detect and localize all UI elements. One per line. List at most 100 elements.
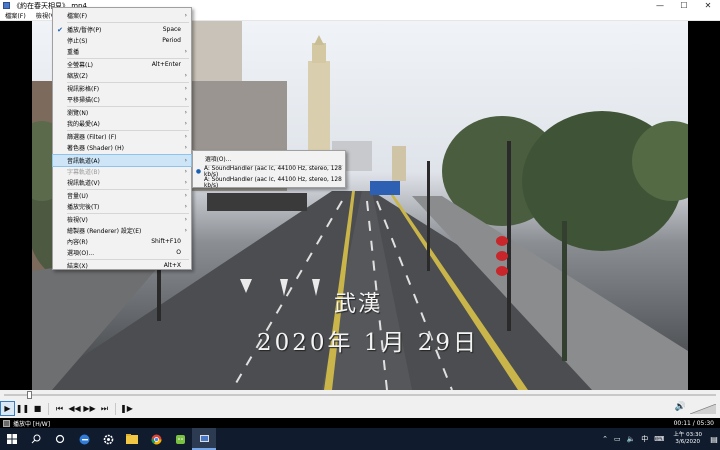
- menu-item-shortcut: Period: [162, 37, 181, 44]
- menu-item-label: 播放/暫停(P): [67, 27, 102, 34]
- seek-thumb[interactable]: [26, 391, 32, 399]
- menu-item-video-frame[interactable]: 視訊影格(F) ›: [53, 83, 191, 94]
- submenu-item-label: A: SoundHandler (aac lc, 44100 Hz, stere…: [203, 176, 342, 189]
- pause-button[interactable]: ❚❚: [15, 401, 30, 416]
- menu-item-label: 檔案(F): [67, 13, 88, 20]
- windows-start-icon[interactable]: [0, 428, 24, 450]
- menu-item-label: 選項(O)...: [67, 250, 95, 257]
- menu-item-zoom[interactable]: 縮放(Z) ›: [53, 70, 191, 81]
- edge-icon[interactable]: [72, 428, 96, 450]
- chevron-right-icon: ›: [184, 157, 187, 164]
- submenu-item-audio-options[interactable]: 選項(O)...: [193, 153, 345, 164]
- play-button[interactable]: ▶: [0, 401, 15, 416]
- previous-button[interactable]: ⏮: [52, 401, 67, 416]
- mpc-icon[interactable]: [192, 428, 216, 450]
- speaker-icon[interactable]: 🔈: [624, 435, 639, 443]
- menu-item-label: 篩選器 (Filter) (F): [67, 134, 117, 141]
- menu-item-label: 音量(U): [67, 193, 89, 200]
- network-icon[interactable]: ▭: [611, 435, 624, 443]
- chevron-right-icon: ›: [184, 168, 187, 175]
- checkmark-icon: ✔: [57, 25, 63, 34]
- search-icon[interactable]: [24, 428, 48, 450]
- volume-icon[interactable]: 🔊: [675, 402, 686, 412]
- menu-item-file[interactable]: 檔案(F) ›: [53, 10, 191, 21]
- menu-item-filter[interactable]: 篩選器 (Filter) (F) ›: [53, 131, 191, 142]
- menu-item-stop[interactable]: 停止(S) Period: [53, 35, 191, 46]
- close-button[interactable]: ✕: [696, 0, 720, 11]
- minimize-button[interactable]: —: [648, 0, 672, 11]
- menu-item-label: 停止(S): [67, 38, 88, 45]
- volume-slider[interactable]: [690, 404, 716, 414]
- status-bar: 播放中 [H/W] 00:11 / 05:30: [0, 418, 720, 428]
- status-text: 播放中 [H/W]: [13, 420, 51, 428]
- chevron-right-icon: ›: [184, 192, 187, 199]
- chevron-right-icon: ›: [184, 12, 187, 19]
- divider: [48, 402, 49, 415]
- keyboard-icon[interactable]: ⌨: [651, 435, 667, 443]
- clock-date: 3/6/2020: [675, 439, 701, 445]
- menu-item-pan-scan[interactable]: 平移掃描(C) ›: [53, 94, 191, 105]
- chevron-right-icon: ›: [184, 133, 187, 140]
- menu-item-label: 視訊軌道(V): [67, 180, 100, 187]
- menu-item-repeat[interactable]: 重播 ›: [53, 46, 191, 57]
- menu-item-fullscreen[interactable]: 全螢幕(L) Alt+Enter: [53, 59, 191, 70]
- menu-item-volume[interactable]: 音量(U) ›: [53, 190, 191, 201]
- seek-bar[interactable]: [0, 390, 720, 399]
- cortana-icon[interactable]: [48, 428, 72, 450]
- menu-item-shader[interactable]: 著色器 (Shader) (H) ›: [53, 142, 191, 153]
- android-icon[interactable]: [168, 428, 192, 450]
- playback-time: 00:11 / 05:30: [673, 419, 714, 427]
- menu-item-label: 音訊軌道(A): [67, 158, 100, 165]
- chevron-right-icon: ›: [184, 179, 187, 186]
- settings-icon[interactable]: [96, 428, 120, 450]
- frame-step-button[interactable]: ❚▶: [119, 401, 134, 416]
- menu-item-audio-track[interactable]: 音訊軌道(A) ›: [52, 154, 192, 167]
- submenu-item-audio-track-1[interactable]: ● A: SoundHandler (aac lc, 44100 Hz, ster…: [193, 166, 345, 178]
- menu-item-properties[interactable]: 內容(R) Shift+F10: [53, 236, 191, 247]
- menu-item-shortcut: O: [176, 249, 181, 256]
- notification-icon[interactable]: ▤: [708, 428, 720, 450]
- chevron-right-icon: ›: [184, 48, 187, 55]
- menu-item-favorites[interactable]: 我的最愛(A) ›: [53, 118, 191, 129]
- chevron-up-icon[interactable]: ⌃: [599, 435, 611, 443]
- status-icon: [3, 419, 10, 427]
- menu-item-renderer-settings[interactable]: 繪製器 (Renderer) 設定(E) ›: [53, 225, 191, 236]
- menu-item-options[interactable]: 選項(O)... O: [53, 247, 191, 258]
- menu-item-exit[interactable]: 結束(X) Alt+X: [53, 260, 191, 271]
- road-sign: [370, 181, 400, 195]
- menu-item-after-playback[interactable]: 播放完後(T) ›: [53, 201, 191, 212]
- context-menu: 檔案(F) › ✔ 播放/暫停(P) Space 停止(S) Period 重播 › 全螢…: [52, 7, 192, 270]
- menu-item-label: 縮放(Z): [67, 73, 88, 80]
- seek-track[interactable]: [4, 394, 716, 396]
- menu-file[interactable]: 檔案(F): [0, 11, 31, 20]
- menu-item-label: 平移掃描(C): [67, 97, 100, 104]
- rewind-button[interactable]: ◀◀: [67, 401, 82, 416]
- menu-separator: [67, 22, 189, 23]
- menu-item-shortcut: Space: [162, 26, 181, 33]
- video-caption-date: 2020年 1月 29日: [257, 330, 480, 356]
- menu-item-navigate[interactable]: 瀏覽(N) ›: [53, 107, 191, 118]
- chrome-icon[interactable]: [144, 428, 168, 450]
- file-explorer-icon[interactable]: [120, 428, 144, 450]
- next-button[interactable]: ⏭: [97, 401, 112, 416]
- menu-item-label: 著色器 (Shader) (H): [67, 145, 124, 152]
- menu-item-label: 重播: [67, 49, 80, 56]
- menu-item-shortcut: Alt+Enter: [151, 61, 181, 68]
- menu-item-play-pause[interactable]: ✔ 播放/暫停(P) Space: [53, 24, 191, 35]
- maximize-button[interactable]: ☐: [672, 0, 696, 11]
- stop-button[interactable]: ■: [30, 401, 45, 416]
- menu-item-view[interactable]: 檢視(V) ›: [53, 214, 191, 225]
- menu-item-label: 字幕軌道(B): [67, 169, 100, 176]
- submenu-item-audio-track-2[interactable]: A: SoundHandler (aac lc, 44100 Hz, stere…: [193, 176, 345, 189]
- menu-item-shortcut: Alt+X: [163, 262, 181, 269]
- chevron-right-icon: ›: [184, 96, 187, 103]
- menu-item-video-track[interactable]: 視訊軌道(V) ›: [53, 177, 191, 188]
- fast-forward-button[interactable]: ▶▶: [82, 401, 97, 416]
- menu-item-label: 全螢幕(L): [67, 62, 94, 69]
- menu-item-label: 視訊影格(F): [67, 86, 100, 93]
- clock[interactable]: 上午 03:30 3/6/2020: [667, 432, 708, 446]
- menu-item-shortcut: Shift+F10: [151, 238, 181, 245]
- system-tray: ⌃ ▭ 🔈 中 ⌨ 上午 03:30 3/6/2020 ▤: [599, 428, 720, 450]
- ime-indicator[interactable]: 中: [638, 434, 651, 444]
- chevron-right-icon: ›: [184, 72, 187, 79]
